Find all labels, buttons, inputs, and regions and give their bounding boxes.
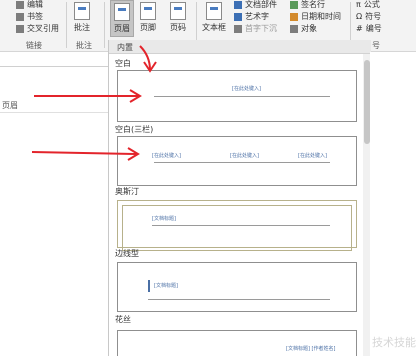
header-divider	[0, 112, 108, 113]
gallery-section-header: 内置	[109, 40, 371, 54]
section-label-built-in: 内置	[117, 43, 133, 52]
wordart-label: 艺术字	[245, 12, 269, 21]
signature-line-button[interactable]: 签名行	[290, 0, 325, 10]
gallery-item-sideline[interactable]: [文档标题]	[117, 262, 357, 312]
textbox-label: 文本框	[202, 23, 226, 32]
formula-label: 公式	[363, 0, 380, 9]
group-links-label: 链接	[26, 41, 42, 50]
textbox-button[interactable]: 文本框	[202, 2, 226, 33]
divider	[66, 2, 67, 48]
signature-icon	[290, 1, 298, 9]
placeholder-text: [文档标题]	[154, 283, 178, 289]
gallery-item-label: 边线型	[115, 249, 139, 258]
placeholder-text: [在此处键入]	[298, 153, 327, 159]
wordart-icon	[234, 13, 242, 21]
placeholder-text: [在此处键入]	[230, 153, 259, 159]
comment-label: 批注	[74, 23, 90, 32]
divider	[104, 2, 105, 48]
numbering-button[interactable]: # 编号	[356, 24, 382, 34]
date-time-button[interactable]: 日期和时间	[290, 12, 341, 22]
edit-icon	[16, 1, 24, 9]
cross-reference-icon	[16, 25, 24, 33]
group-symbols-label: 号	[372, 41, 380, 50]
header-icon	[114, 3, 130, 21]
comment-button[interactable]: 批注	[74, 2, 90, 33]
omega-icon: Ω	[356, 12, 363, 21]
bookmark-button[interactable]: 书签	[16, 12, 43, 22]
group-comments-label: 批注	[76, 41, 92, 50]
edit-label: 编辑	[27, 0, 43, 9]
numbering-label: 编号	[365, 24, 382, 33]
object-label: 对象	[301, 24, 317, 33]
footer-button[interactable]: 页脚	[140, 2, 156, 33]
symbol-button[interactable]: Ω 符号	[356, 12, 381, 22]
placeholder-text: [在此处键入]	[232, 86, 261, 92]
cross-reference-label: 交叉引用	[27, 24, 59, 33]
header-label: 页眉	[114, 24, 130, 33]
header-rule	[152, 225, 330, 226]
hash-icon: #	[356, 24, 363, 33]
gallery-item-label: 空白(三栏)	[115, 125, 154, 134]
gallery-item-blank[interactable]: [在此处键入]	[117, 70, 357, 122]
document-parts-icon	[234, 1, 242, 9]
document-area[interactable]: 页眉	[0, 52, 108, 356]
calendar-icon	[290, 13, 298, 21]
header-rule	[148, 299, 330, 300]
page-number-label: 页码	[170, 23, 186, 32]
gallery-item-blank-three-column[interactable]: [在此处键入] [在此处键入] [在此处键入]	[117, 136, 357, 186]
header-button[interactable]: 页眉	[110, 0, 134, 37]
placeholder-text: [在此处键入]	[152, 153, 181, 159]
placeholder-text: [文档标题]	[152, 216, 176, 222]
document-parts-button[interactable]: 文档部件	[234, 0, 277, 10]
date-time-label: 日期和时间	[301, 12, 341, 21]
page-number-button[interactable]: 页码	[170, 2, 186, 33]
header-gallery: 内置 空白 [在此处键入] 空白(三栏) [在此处键入] [在此处键入] [在此…	[108, 40, 371, 356]
ruler-line	[0, 66, 108, 67]
drop-cap-button[interactable]: 首字下沉	[234, 24, 277, 34]
watermark-text: 技术技能	[372, 336, 416, 349]
footer-label: 页脚	[140, 23, 156, 32]
gallery-item-label: 空白	[115, 59, 131, 68]
drop-cap-icon	[234, 25, 242, 33]
sideline-bar	[148, 280, 150, 292]
gallery-item-label: 花丝	[115, 315, 131, 324]
object-icon	[290, 25, 298, 33]
edit-button[interactable]: 编辑	[16, 0, 43, 10]
header-rule	[154, 162, 330, 163]
comment-icon	[74, 2, 90, 20]
textbox-icon	[206, 2, 222, 20]
cross-reference-button[interactable]: 交叉引用	[16, 24, 59, 34]
flag-icon	[16, 13, 24, 21]
bookmark-label: 书签	[27, 12, 43, 21]
gallery-item-austin[interactable]: [文档标题]	[117, 200, 357, 251]
formula-button[interactable]: π 公式	[356, 0, 380, 10]
drop-cap-label: 首字下沉	[245, 24, 277, 33]
header-rule	[154, 96, 330, 97]
document-parts-label: 文档部件	[245, 0, 277, 9]
page-number-icon	[170, 2, 186, 20]
footer-icon	[140, 2, 156, 20]
pi-icon: π	[356, 0, 361, 9]
gallery-item-label: 奥斯汀	[115, 187, 139, 196]
signature-line-label: 签名行	[301, 0, 325, 9]
header-placeholder: 页眉	[2, 101, 18, 110]
object-button[interactable]: 对象	[290, 24, 317, 34]
document-right-margin	[370, 52, 416, 356]
wordart-button[interactable]: 艺术字	[234, 12, 269, 22]
symbol-label: 符号	[365, 12, 382, 21]
austin-border	[122, 205, 352, 251]
